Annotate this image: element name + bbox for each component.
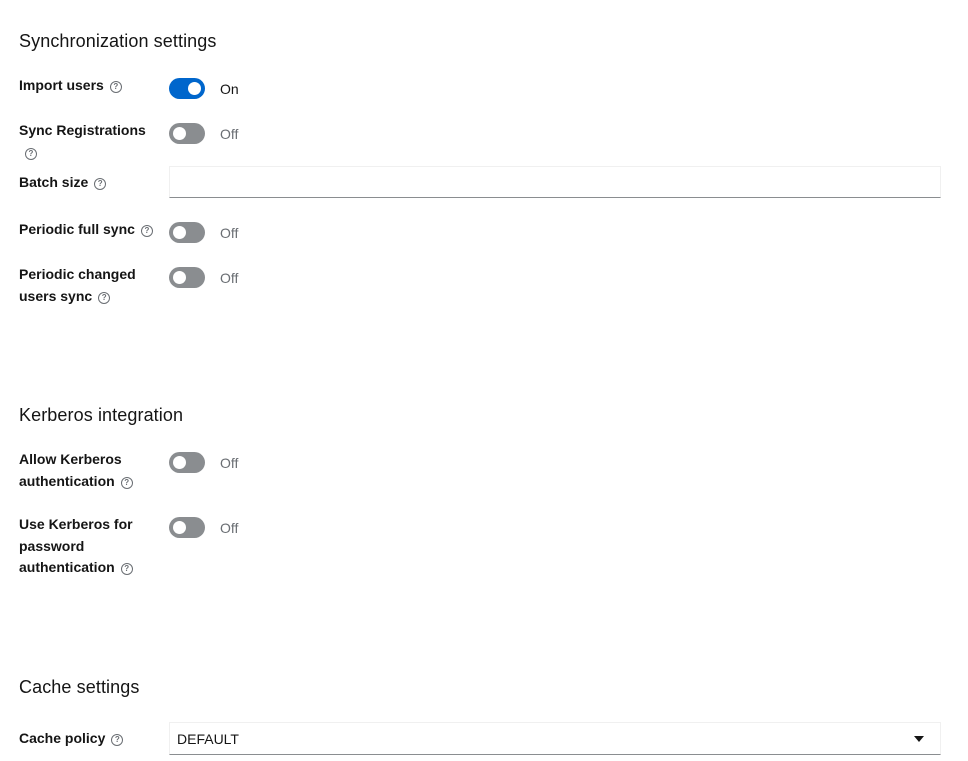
import-users-label-text: Import users [19,77,104,93]
periodic-full-sync-label: Periodic full sync? [19,219,159,241]
use-kerberos-password-switch-track[interactable] [169,517,205,538]
import-users-switch-track[interactable] [169,78,205,99]
sync-settings-title: Synchronization settings [19,31,217,51]
periodic-changed-sync-switch-track[interactable] [169,267,205,288]
cache-settings-title: Cache settings [19,677,140,697]
switch-knob [188,82,201,95]
sync-registrations-label: Sync Registrations? [19,120,159,163]
allow-kerberos-auth-switch[interactable]: Off [169,452,238,473]
use-kerberos-password-label: Use Kerberos for password authentication… [19,514,159,579]
periodic-changed-sync-switch-state: Off [220,269,239,286]
sync-registrations-switch-state: Off [220,125,239,142]
help-icon[interactable]: ? [120,563,133,575]
use-kerberos-password-label-line2: password [19,537,85,554]
help-icon[interactable]: ? [98,291,111,304]
sync-registrations-switch[interactable]: Off [169,123,238,144]
allow-kerberos-auth-label-line1: Allow Kerberos [19,451,122,467]
sync-registrations-label-text: Sync Registrations [19,122,146,138]
cache-policy-label: Cache policy? [19,728,159,750]
cache-policy-value: DEFAULT [177,730,239,747]
periodic-full-sync-label-text: Periodic full sync [19,221,135,237]
batch-size-label: Batch size? [19,172,159,194]
use-kerberos-password-label-line1: Use Kerberos for [19,516,133,532]
help-icon[interactable]: ? [109,81,122,93]
cache-policy-select[interactable]: DEFAULT [169,722,941,755]
import-users-switch-state: On [220,80,239,97]
periodic-changed-sync-label: Periodic changed users sync? [19,264,159,307]
periodic-full-sync-switch-track[interactable] [169,222,205,243]
use-kerberos-password-switch[interactable]: Off [169,517,238,538]
help-icon[interactable]: ? [120,476,133,489]
use-kerberos-password-label-line3: authentication [19,559,115,575]
switch-knob [173,521,186,534]
sync-registrations-switch-track[interactable] [169,123,205,144]
batch-size-input[interactable] [169,166,941,198]
help-icon[interactable]: ? [25,147,37,160]
batch-size-label-text: Batch size [19,174,89,190]
kerberos-integration-title: Kerberos integration [19,405,184,425]
import-users-switch[interactable]: On [169,78,239,99]
switch-knob [173,226,186,239]
allow-kerberos-auth-switch-track[interactable] [169,452,205,473]
switch-knob [173,127,186,140]
cache-policy-label-text: Cache policy [19,730,106,746]
allow-kerberos-auth-switch-state: Off [220,454,239,471]
periodic-changed-sync-switch[interactable]: Off [169,267,238,288]
help-icon[interactable]: ? [140,225,153,237]
caret-down-icon[interactable] [914,735,924,742]
switch-knob [173,456,186,469]
allow-kerberos-auth-label-line2: authentication [19,472,115,489]
allow-kerberos-auth-label: Allow Kerberos authentication? [19,449,159,492]
import-users-label: Import users? [19,75,159,97]
help-icon[interactable]: ? [94,178,107,190]
periodic-full-sync-switch-state: Off [220,224,239,241]
help-icon[interactable]: ? [111,734,124,746]
use-kerberos-password-switch-state: Off [220,519,239,536]
periodic-full-sync-switch[interactable]: Off [169,222,238,243]
periodic-changed-sync-label-line2: users sync [19,287,93,304]
periodic-changed-sync-label-line1: Periodic changed [19,266,136,282]
switch-knob [173,271,186,284]
